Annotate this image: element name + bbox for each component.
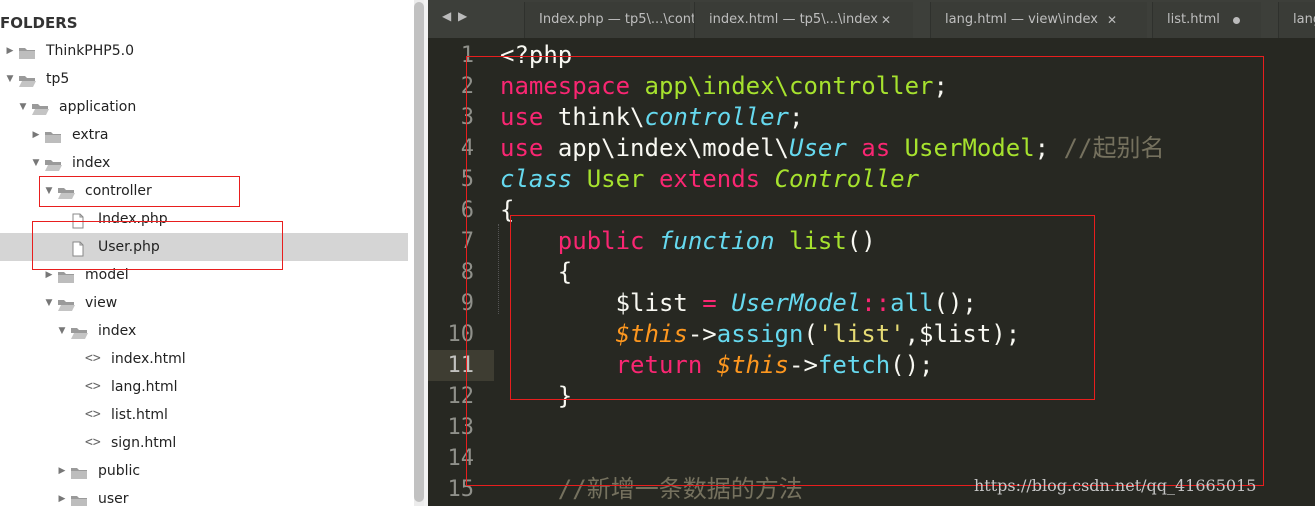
- folder-icon: [70, 323, 88, 339]
- tree-item-label: application: [59, 99, 137, 115]
- close-icon[interactable]: ✕: [881, 2, 891, 38]
- code-file-icon: <>: [85, 379, 101, 394]
- tree-item[interactable]: ▼ index: [0, 149, 408, 177]
- chevron-right-icon[interactable]: ▶: [57, 485, 67, 506]
- tree-item-label: tp5: [46, 71, 70, 87]
- tree-item[interactable]: <> index.html: [0, 345, 408, 373]
- close-icon[interactable]: ✕: [1107, 2, 1117, 38]
- tree-item[interactable]: <> list.html: [0, 401, 408, 429]
- tree-item-label: lang.html: [111, 379, 178, 395]
- folder-icon: [70, 491, 88, 506]
- folder-icon: [18, 43, 36, 59]
- folder-icon: [57, 295, 75, 311]
- tab-label: lang: [1293, 12, 1315, 27]
- sidebar-scrollbar-thumb[interactable]: [414, 2, 424, 502]
- tab-lang-html[interactable]: lang.html — view\index ✕: [930, 2, 1147, 38]
- folder-icon: [31, 99, 49, 115]
- highlight-box-method: [510, 215, 1095, 400]
- tree-item-label: index: [98, 323, 137, 339]
- tab-label: list.html: [1167, 12, 1220, 27]
- tab-list-html[interactable]: list.html: [1152, 2, 1261, 38]
- chevron-down-icon[interactable]: ▼: [31, 149, 41, 177]
- folder-icon: [18, 71, 36, 87]
- tab-label: index.html — tp5\...\index: [709, 12, 878, 27]
- tree-item-label: index: [72, 155, 111, 171]
- tab-index-php[interactable]: Index.php — tp5\...\cont: [524, 2, 696, 38]
- tab-prev-icon[interactable]: ◀: [442, 9, 451, 23]
- chevron-right-icon[interactable]: ▶: [57, 457, 67, 485]
- tree-item-label: sign.html: [111, 435, 177, 451]
- chevron-down-icon[interactable]: ▼: [5, 65, 15, 93]
- tree-item-label: view: [85, 295, 118, 311]
- tree-item[interactable]: <> lang.html: [0, 373, 408, 401]
- tree-item[interactable]: ▶ public: [0, 457, 408, 485]
- folder-icon: [44, 127, 62, 143]
- tab-label: lang.html — view\index: [945, 12, 1098, 27]
- folders-header: FOLDERS: [0, 14, 78, 32]
- chevron-down-icon[interactable]: ▼: [57, 317, 67, 345]
- tab-index-html[interactable]: index.html — tp5\...\index ✕: [694, 2, 913, 38]
- tree-item-label: extra: [72, 127, 109, 143]
- tab-bar: ◀ ▶ Index.php — tp5\...\cont index.html …: [428, 0, 1315, 38]
- tree-item[interactable]: ▶ user: [0, 485, 408, 506]
- tree-item[interactable]: <> sign.html: [0, 429, 408, 457]
- tab-label: Index.php — tp5\...\cont: [539, 12, 697, 27]
- tree-item[interactable]: ▶ ThinkPHP5.0: [0, 37, 408, 65]
- tree-item[interactable]: ▼ application: [0, 93, 408, 121]
- tree-item[interactable]: ▶ extra: [0, 121, 408, 149]
- tree-item[interactable]: ▼ index: [0, 317, 408, 345]
- tree-item-label: index.html: [111, 351, 186, 367]
- tree-item-label: list.html: [111, 407, 168, 423]
- folder-icon: [70, 463, 88, 479]
- tree-item-label: public: [98, 463, 141, 479]
- chevron-right-icon[interactable]: ▶: [31, 121, 41, 149]
- code-file-icon: <>: [85, 407, 101, 422]
- highlight-box-controller: [39, 176, 240, 207]
- watermark: https://blog.csdn.net/qq_41665015: [974, 476, 1257, 495]
- chevron-right-icon[interactable]: ▶: [5, 37, 15, 65]
- highlight-box-user-php: [32, 221, 283, 270]
- tree-item[interactable]: ▼ tp5: [0, 65, 408, 93]
- unsaved-dot-icon[interactable]: [1233, 17, 1240, 24]
- code-file-icon: <>: [85, 351, 101, 366]
- tree-item-label: user: [98, 491, 129, 506]
- tree-item-label: ThinkPHP5.0: [46, 43, 134, 59]
- chevron-down-icon[interactable]: ▼: [18, 93, 28, 121]
- chevron-down-icon[interactable]: ▼: [44, 289, 54, 317]
- folder-icon: [44, 155, 62, 171]
- code-editor[interactable]: 1 2 3 4 5 6 7 8 9 10 11 12 13 14 15 <?php namespace ap…: [428, 38, 1315, 506]
- sidebar-folders: FOLDERS ▶ ThinkPHP5.0 ▼ tp5 ▼ application ▶ ext…: [0, 0, 408, 506]
- code-file-icon: <>: [85, 435, 101, 450]
- tree-item[interactable]: ▼ view: [0, 289, 408, 317]
- tab-next-icon[interactable]: ▶: [458, 9, 467, 23]
- tab-lang[interactable]: lang: [1278, 2, 1315, 38]
